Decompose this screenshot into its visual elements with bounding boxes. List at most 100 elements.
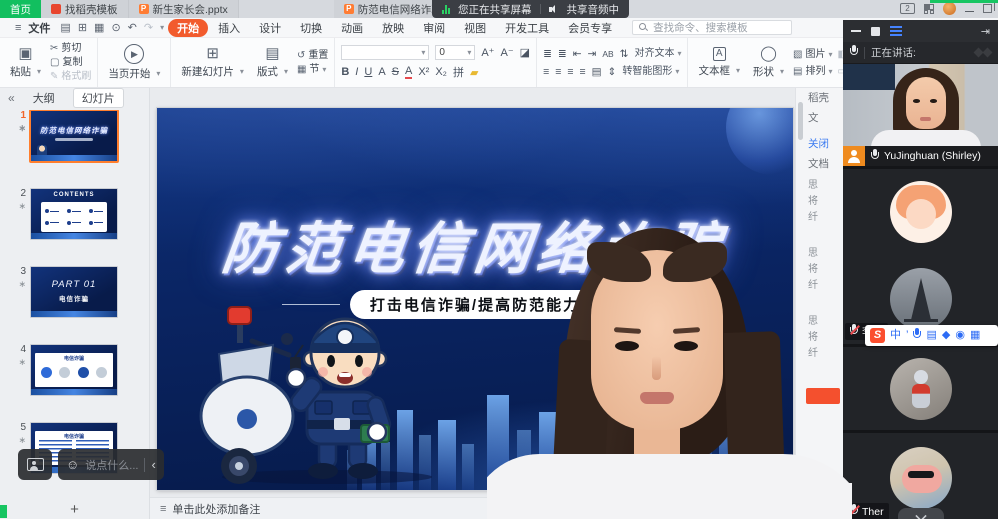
ime-toolbox-icon[interactable]: ◉	[955, 325, 965, 346]
quickbar-more-icon[interactable]: ▾	[157, 23, 167, 32]
format-painter-button[interactable]: ✎格式刷	[50, 70, 91, 83]
justify-button[interactable]: ≡	[579, 66, 585, 78]
thumbnail-1[interactable]: 防范电信网络诈骗	[30, 110, 118, 162]
taskpane-orange-button[interactable]	[806, 388, 840, 404]
menu-tab-animation[interactable]: 动画	[332, 19, 372, 37]
tab-slides[interactable]: 幻灯片	[73, 88, 124, 108]
distribute-button[interactable]: ▤	[592, 66, 602, 78]
meeting-minimize-icon[interactable]	[851, 30, 861, 32]
picture-button[interactable]: ▧图片▾	[793, 48, 832, 61]
tab-docer-templates[interactable]: 找稻壳模板	[41, 0, 129, 18]
tab-document-1[interactable]: P新生家长会.pptx	[129, 0, 239, 18]
layout-button[interactable]: ▤ 版式▾	[253, 46, 292, 79]
menu-tab-design[interactable]: 设计	[250, 19, 290, 37]
align-right-button[interactable]: ≡	[567, 66, 573, 78]
slide-thumb-4[interactable]: 4∗ 电信诈骗	[0, 344, 149, 396]
collapse-participants-button[interactable]	[898, 508, 944, 519]
clear-format-button[interactable]: ◪	[520, 46, 530, 59]
app-grid-icon[interactable]	[924, 4, 934, 14]
bold-button[interactable]: B	[341, 66, 349, 78]
font-size-combo[interactable]: 0▾	[435, 45, 475, 60]
to-smartart-button[interactable]: 转智能图形▾	[622, 65, 679, 78]
preview-icon[interactable]: ⊙	[108, 21, 123, 34]
thumbnail-3[interactable]: PART 01 电信诈骗	[30, 266, 118, 318]
menu-tab-devtools[interactable]: 开发工具	[496, 19, 558, 37]
save-icon[interactable]: ▤	[57, 21, 73, 34]
export-icon[interactable]: ⊞	[75, 21, 90, 34]
play-from-current-button[interactable]: ▶ 当页开始▾	[104, 44, 164, 81]
scrollbar-thumb[interactable]	[798, 102, 803, 140]
tab-outline[interactable]: 大纲	[25, 89, 63, 107]
decrease-indent-button[interactable]: ⇤	[573, 48, 582, 60]
menu-tab-transition[interactable]: 切换	[291, 19, 331, 37]
increase-font-button[interactable]: A⁺	[481, 46, 494, 59]
participant-video-tile[interactable]	[843, 64, 998, 146]
copy-button[interactable]: ▢复制	[50, 56, 91, 69]
collapse-panel-icon[interactable]: «	[8, 91, 15, 105]
command-search-box[interactable]: 查找命令、搜索模板	[632, 20, 792, 35]
thumbnail-4[interactable]: 电信诈骗	[30, 344, 118, 396]
doc-switch-icon[interactable]: 2	[900, 3, 915, 14]
new-slide-button[interactable]: ⊞ 新建幻灯片▾	[177, 46, 248, 79]
chat-input-bar[interactable]: ☺ 说点什么... ‹	[58, 449, 164, 480]
pinyin-guide-button[interactable]: 拼	[453, 64, 464, 80]
cut-button[interactable]: ✂剪切	[50, 42, 91, 55]
paste-button[interactable]: ▣ 粘贴▾	[6, 46, 45, 79]
taskpane-card[interactable]: 思将纤	[808, 178, 818, 226]
thumbnail-2[interactable]: CONTENTS	[30, 188, 118, 240]
char-border-button[interactable]: A	[378, 66, 385, 78]
ime-language-icon[interactable]: 中	[890, 325, 901, 346]
ime-punctuation-icon[interactable]: ’	[906, 325, 908, 346]
print-icon[interactable]: ▦	[91, 21, 107, 34]
add-slide-button[interactable]: +	[0, 499, 149, 519]
meeting-maximize-icon[interactable]	[871, 27, 880, 36]
section-button[interactable]: ▦节▾	[297, 63, 328, 76]
strikethrough-button[interactable]: S	[392, 66, 399, 78]
increase-indent-button[interactable]: ⇥	[588, 48, 597, 60]
reset-button[interactable]: ↺重置	[297, 49, 328, 62]
menu-tab-member[interactable]: 会员专享	[559, 19, 621, 37]
participant-4-tile[interactable]	[843, 344, 998, 430]
menu-tab-review[interactable]: 审阅	[414, 19, 454, 37]
align-left-button[interactable]: ≡	[543, 66, 549, 78]
decrease-font-button[interactable]: A⁻	[501, 46, 514, 59]
align-center-button[interactable]: ≡	[555, 66, 561, 78]
taskpane-card[interactable]: 思将纤	[808, 314, 818, 362]
participant-2-tile[interactable]	[843, 166, 998, 254]
emoji-icon[interactable]: ☺	[66, 457, 79, 472]
restore-window-icon[interactable]	[983, 4, 992, 13]
menu-tab-slideshow[interactable]: 放映	[373, 19, 413, 37]
current-slide-canvas[interactable]: 防范电信网络诈骗 打击电信诈骗/提高防范能力	[157, 108, 793, 490]
menu-tab-insert[interactable]: 插入	[209, 19, 249, 37]
ime-voice-icon[interactable]	[913, 327, 921, 345]
account-avatar[interactable]	[943, 2, 956, 15]
close-link[interactable]: 关闭	[808, 136, 829, 151]
undo-icon[interactable]: ↶	[125, 21, 140, 34]
highlight-button[interactable]: ▰	[470, 66, 478, 79]
font-color-button[interactable]: A	[405, 65, 412, 79]
superscript-button[interactable]: X²	[418, 66, 429, 78]
ime-more-icon[interactable]: ▦	[970, 325, 980, 346]
chat-collapse-icon[interactable]: ‹	[151, 460, 155, 470]
slide-thumb-3[interactable]: 3∗ PART 01 电信诈骗	[0, 266, 149, 318]
slide-thumb-2[interactable]: 2∗ CONTENTS	[0, 188, 149, 240]
shapes-button[interactable]: ◯ 形状▾	[749, 46, 788, 79]
menu-tab-view[interactable]: 视图	[455, 19, 495, 37]
menu-tab-home[interactable]: 开始	[168, 19, 208, 37]
tab-home[interactable]: 首页	[0, 0, 41, 18]
file-menu[interactable]: ≡文件	[6, 20, 56, 36]
chat-placeholder[interactable]: 说点什么...	[85, 457, 138, 473]
sort-button[interactable]: ⇅	[620, 48, 629, 60]
bullet-list-button[interactable]: ≣	[543, 48, 552, 60]
minimize-icon[interactable]	[965, 11, 974, 12]
text-direction-button[interactable]: AB	[602, 49, 613, 59]
italic-button[interactable]: I	[355, 66, 358, 78]
align-text-button[interactable]: 对齐文本▾	[634, 47, 681, 60]
redo-icon[interactable]: ↷	[141, 21, 156, 34]
meeting-list-view-icon[interactable]	[890, 26, 902, 28]
numbered-list-button[interactable]: ≣	[558, 48, 567, 60]
share-screen-widget-button[interactable]	[18, 449, 52, 480]
font-name-combo[interactable]: ▾	[341, 45, 429, 60]
sogou-logo-icon[interactable]: S	[870, 328, 885, 343]
arrange-button[interactable]: ▤排列▾	[793, 65, 832, 78]
